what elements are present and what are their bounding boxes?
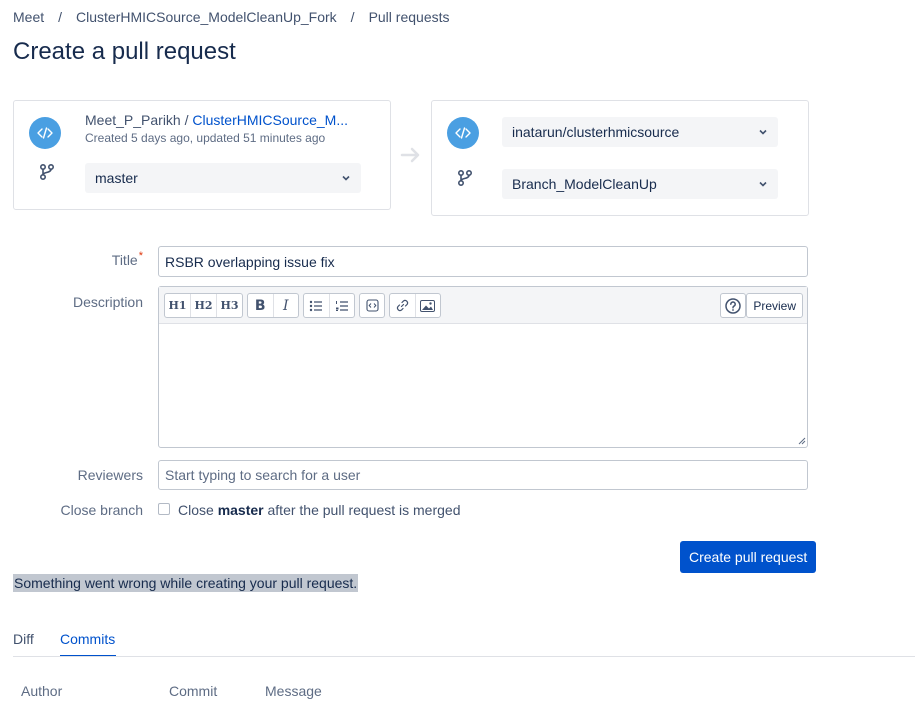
image-icon	[420, 299, 436, 312]
title-input[interactable]	[158, 246, 808, 277]
chevron-down-icon	[342, 175, 350, 181]
breadcrumb-separator: /	[58, 9, 63, 25]
column-header-message: Message	[265, 683, 322, 699]
numbered-list-icon	[335, 300, 348, 311]
source-separator: /	[180, 112, 193, 128]
title-label-text: Title	[111, 252, 138, 268]
target-branch-select[interactable]: Branch_ModelCleanUp	[502, 169, 778, 199]
source-repo-icon	[29, 117, 61, 149]
target-repo-icon	[447, 117, 479, 149]
chevron-down-icon	[759, 181, 767, 187]
help-button[interactable]	[720, 293, 746, 318]
required-mark: *	[138, 250, 143, 262]
h1-button[interactable]: H1	[165, 294, 191, 317]
branch-icon	[39, 163, 55, 181]
link-icon	[396, 299, 408, 312]
description-editor: H1 H2 H3 B I Preview	[158, 286, 808, 448]
target-repo-card: inatarun/clusterhmicsource Branch_ModelC…	[431, 100, 809, 216]
help-icon	[725, 297, 741, 314]
source-owner: Meet_P_Parikh	[85, 112, 181, 128]
reviewers-input[interactable]	[158, 460, 808, 490]
resize-handle-icon[interactable]	[798, 437, 806, 445]
close-suffix: after the pull request is merged	[267, 502, 461, 518]
error-message: Something went wrong while creating your…	[13, 574, 359, 592]
link-button[interactable]	[390, 294, 416, 317]
reviewers-label: Reviewers	[77, 467, 143, 483]
branch-icon	[457, 169, 473, 187]
page-title: Create a pull request	[13, 38, 236, 65]
close-branch-label: Close branch	[60, 502, 144, 518]
close-branch-text: Close master after the pull request is m…	[178, 502, 461, 518]
tab-commits[interactable]: Commits	[60, 631, 115, 647]
breadcrumb: Meet / ClusterHMICSource_ModelCleanUp_Fo…	[13, 9, 450, 25]
arrow-right-icon	[400, 147, 420, 163]
source-repo-meta: Created 5 days ago, updated 51 minutes a…	[85, 131, 326, 145]
format-group: B I	[247, 293, 299, 318]
code-group	[359, 293, 385, 318]
description-textarea[interactable]	[159, 324, 807, 446]
code-button[interactable]	[360, 294, 384, 317]
code-icon	[365, 299, 379, 312]
tabs-divider	[13, 656, 915, 657]
column-header-author: Author	[21, 683, 63, 699]
create-pull-request-button[interactable]: Create pull request	[680, 541, 817, 573]
tab-diff[interactable]: Diff	[13, 631, 34, 647]
editor-toolbar: H1 H2 H3 B I Preview	[159, 287, 807, 324]
source-repo-link[interactable]: ClusterHMICSource_M...	[192, 112, 348, 128]
column-header-commit: Commit	[169, 683, 218, 699]
list-group	[303, 293, 355, 318]
target-repo-value: inatarun/clusterhmicsource	[512, 124, 680, 140]
source-branch-value: master	[95, 170, 138, 186]
close-prefix: Close	[178, 502, 214, 518]
close-branch-name: master	[217, 502, 264, 518]
source-repo-card: Meet_P_Parikh / ClusterHMICSource_M... C…	[13, 100, 391, 210]
italic-button[interactable]: I	[274, 294, 299, 317]
numbered-list-button[interactable]	[330, 294, 355, 317]
source-repo-name: Meet_P_Parikh / ClusterHMICSource_M...	[85, 112, 385, 128]
breadcrumb-item-repo[interactable]: ClusterHMICSource_ModelCleanUp_Fork	[76, 9, 337, 25]
h3-button[interactable]: H3	[217, 294, 242, 317]
chevron-down-icon	[759, 129, 767, 135]
bullet-list-icon	[310, 300, 323, 311]
preview-button[interactable]: Preview	[746, 293, 803, 318]
target-repo-select[interactable]: inatarun/clusterhmicsource	[502, 117, 778, 147]
bullet-list-button[interactable]	[304, 294, 330, 317]
breadcrumb-separator: /	[350, 9, 355, 25]
image-button[interactable]	[416, 294, 441, 317]
close-branch-checkbox[interactable]	[158, 503, 170, 515]
target-branch-value: Branch_ModelCleanUp	[512, 176, 657, 192]
h2-button[interactable]: H2	[191, 294, 217, 317]
breadcrumb-item-pull-requests[interactable]: Pull requests	[369, 9, 450, 25]
description-label: Description	[72, 294, 143, 310]
title-label: Title*	[13, 250, 143, 268]
heading-group: H1 H2 H3	[164, 293, 243, 318]
breadcrumb-item-user[interactable]: Meet	[13, 9, 44, 25]
source-branch-select[interactable]: master	[85, 163, 361, 193]
bold-button[interactable]: B	[248, 294, 274, 317]
insert-group	[389, 293, 441, 318]
